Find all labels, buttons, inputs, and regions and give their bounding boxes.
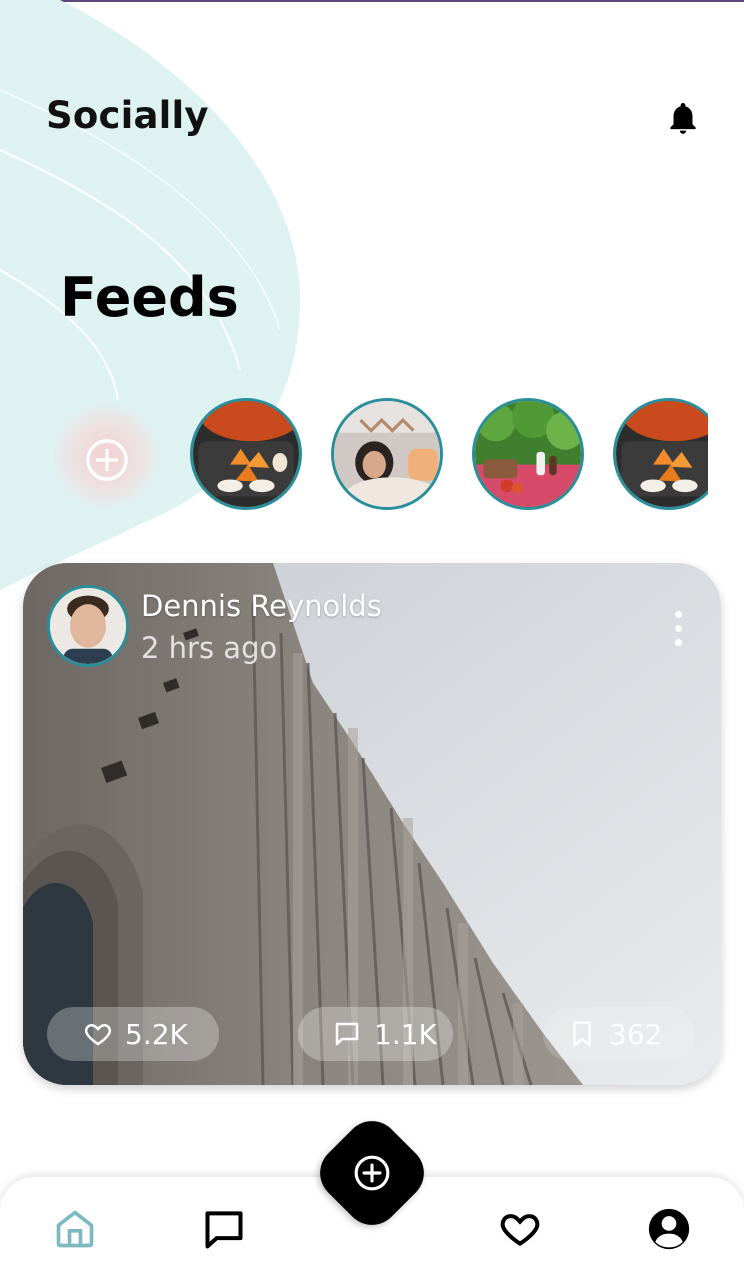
story-avatar[interactable] — [613, 398, 708, 510]
status-divider — [0, 0, 744, 2]
chat-icon[interactable] — [202, 1207, 246, 1251]
user-circle-icon[interactable] — [647, 1207, 691, 1251]
comment-count: 1.1K — [374, 1017, 437, 1051]
save-button[interactable]: 362 — [543, 1007, 695, 1061]
more-vertical-icon[interactable] — [663, 607, 693, 651]
food-platter-image — [193, 401, 299, 507]
bookmark-icon — [573, 1021, 591, 1047]
heart-icon — [84, 1023, 112, 1046]
like-count: 5.2K — [125, 1017, 188, 1051]
app-title: Socially — [46, 94, 209, 137]
author-avatar[interactable] — [47, 585, 129, 667]
post-timestamp: 2 hrs ago — [141, 631, 278, 665]
story-avatar[interactable] — [331, 398, 443, 510]
feed-screen: Socially Feeds Dennis Reynolds 2 hrs ago… — [0, 0, 744, 1280]
post-author-name[interactable]: Dennis Reynolds — [141, 589, 382, 623]
comment-button[interactable]: 1.1K — [298, 1007, 453, 1061]
picnic-table-image — [475, 401, 581, 507]
feeds-heading: Feeds — [60, 266, 239, 329]
heart-icon[interactable] — [498, 1207, 542, 1251]
author-photo — [50, 588, 126, 664]
woman-portrait-image — [334, 401, 440, 507]
home-icon[interactable] — [53, 1207, 97, 1251]
save-count: 362 — [609, 1017, 663, 1051]
bell-icon[interactable] — [664, 98, 702, 138]
post-card[interactable]: Dennis Reynolds 2 hrs ago 5.2K 1.1K 362 — [23, 563, 721, 1085]
food-platter-image — [616, 401, 708, 507]
like-button[interactable]: 5.2K — [47, 1007, 219, 1061]
add-story-button[interactable] — [50, 400, 162, 512]
plus-circle-icon[interactable] — [353, 1154, 391, 1192]
comment-icon — [335, 1022, 359, 1046]
story-avatar[interactable] — [472, 398, 584, 510]
story-avatar[interactable] — [190, 398, 302, 510]
plus-circle-icon — [86, 439, 128, 481]
stories-row — [0, 396, 708, 520]
